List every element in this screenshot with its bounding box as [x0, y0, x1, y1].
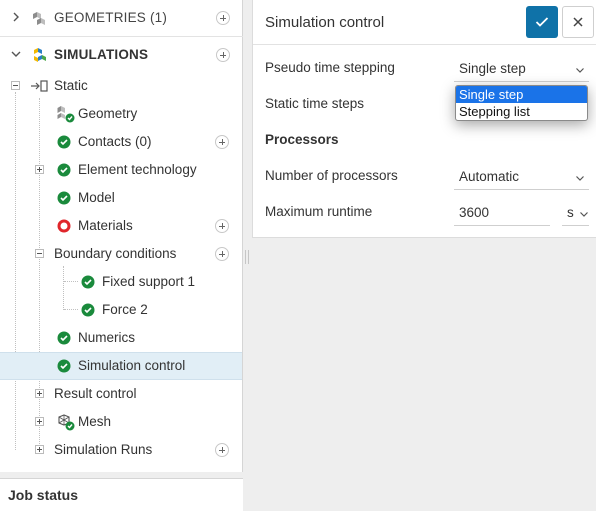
- tree-item-label: Materials: [78, 218, 133, 233]
- error-ring-icon: [57, 219, 71, 233]
- tree-item-force[interactable]: Force 2: [0, 296, 242, 324]
- tree-item-fixed-support[interactable]: Fixed support 1: [0, 268, 242, 296]
- mesh-icon: [57, 413, 75, 431]
- job-status-title: Job status: [8, 487, 79, 503]
- runtime-unit-select[interactable]: s: [562, 199, 589, 226]
- chevron-right-icon[interactable]: [10, 11, 22, 23]
- tree-item-label: Simulation Runs: [54, 442, 153, 457]
- tree-item-geometry[interactable]: Geometry: [0, 100, 242, 128]
- dropdown-option-stepping-list[interactable]: Stepping list: [456, 103, 587, 120]
- tree-item-simulation-runs[interactable]: Simulation Runs: [0, 436, 242, 464]
- static-analysis-icon: [30, 79, 50, 93]
- static-time-steps-label: Static time steps: [265, 96, 365, 111]
- check-circle-icon: [57, 163, 71, 177]
- tree-item-label: Numerics: [78, 330, 136, 345]
- panel-resize-handle[interactable]: [245, 250, 249, 264]
- close-button[interactable]: [562, 6, 594, 38]
- simulations-icon: [32, 47, 48, 63]
- check-circle-icon: [81, 303, 95, 317]
- chevron-down-icon[interactable]: [10, 48, 22, 60]
- confirm-button[interactable]: [526, 6, 558, 38]
- add-boundary-condition-button[interactable]: [215, 247, 229, 261]
- tree-item-label: Fixed support 1: [102, 274, 196, 289]
- tree-item-numerics[interactable]: Numerics: [0, 324, 242, 352]
- maximum-runtime-label: Maximum runtime: [265, 204, 373, 219]
- add-contact-button[interactable]: [215, 135, 229, 149]
- tree-item-boundary-conditions[interactable]: Boundary conditions: [0, 240, 242, 268]
- panel-header: Simulation control: [253, 0, 596, 45]
- chevron-down-icon: [575, 171, 585, 181]
- geometries-label: GEOMETRIES (1): [54, 10, 168, 25]
- tree-item-label: Boundary conditions: [54, 246, 177, 261]
- tree-item-label: Result control: [54, 386, 137, 401]
- simulations-section-header[interactable]: SIMULATIONS: [0, 36, 243, 72]
- expand-toggle[interactable]: [35, 417, 44, 426]
- select-value: Automatic: [459, 169, 520, 184]
- expand-toggle[interactable]: [35, 389, 44, 398]
- dropdown-option-single-step[interactable]: Single step: [456, 86, 587, 103]
- collapse-toggle[interactable]: [11, 81, 20, 90]
- check-circle-icon: [57, 359, 71, 373]
- tree-item-element-technology[interactable]: Element technology: [0, 156, 242, 184]
- check-circle-icon: [57, 191, 71, 205]
- add-geometry-button[interactable]: [216, 11, 230, 25]
- add-simulation-button[interactable]: [216, 48, 230, 62]
- expand-toggle[interactable]: [35, 165, 44, 174]
- number-of-processors-select[interactable]: Automatic: [454, 163, 589, 190]
- tree-item-mesh[interactable]: Mesh: [0, 408, 242, 436]
- tree-item-model[interactable]: Model: [0, 184, 242, 212]
- tree-item-static[interactable]: Static: [0, 72, 242, 100]
- tree-item-label: Contacts (0): [78, 134, 152, 149]
- add-simulation-run-button[interactable]: [215, 443, 229, 457]
- close-icon: [573, 17, 583, 27]
- pseudo-time-stepping-label: Pseudo time stepping: [265, 60, 395, 75]
- tree-item-label: Model: [78, 190, 115, 205]
- number-of-processors-label: Number of processors: [265, 168, 398, 183]
- collapse-toggle[interactable]: [35, 249, 44, 258]
- tree-item-label: Force 2: [102, 302, 148, 317]
- add-material-button[interactable]: [215, 219, 229, 233]
- sidebar: GEOMETRIES (1) SIMULATIONS Static Geomet…: [0, 0, 243, 511]
- chevron-down-icon: [579, 207, 589, 217]
- tree-item-simulation-control[interactable]: Simulation control: [0, 352, 242, 380]
- tree-item-label: Element technology: [78, 162, 197, 177]
- select-value: s: [567, 205, 574, 220]
- simulations-label: SIMULATIONS: [54, 47, 149, 62]
- simulation-tree: GEOMETRIES (1) SIMULATIONS Static Geomet…: [0, 0, 243, 472]
- geometries-section-header[interactable]: GEOMETRIES (1): [0, 0, 243, 36]
- geometry-assigned-icon: [57, 105, 75, 123]
- tree-item-label: Simulation control: [78, 358, 186, 373]
- panel-title: Simulation control: [265, 14, 385, 31]
- check-circle-icon: [57, 331, 71, 345]
- tree-item-contacts[interactable]: Contacts (0): [0, 128, 242, 156]
- geometry-cubes-icon: [32, 10, 48, 26]
- pseudo-time-stepping-select[interactable]: Single step: [454, 55, 589, 82]
- checkmark-icon: [535, 17, 549, 27]
- pseudo-time-stepping-dropdown: Single step Stepping list: [455, 85, 588, 121]
- tree-item-label: Static: [54, 78, 88, 93]
- check-circle-icon: [57, 135, 71, 149]
- maximum-runtime-input[interactable]: 3600: [454, 199, 550, 226]
- input-value: 3600: [459, 205, 490, 220]
- tree-item-label: Geometry: [78, 106, 138, 121]
- tree-item-label: Mesh: [78, 414, 112, 429]
- tree-item-materials[interactable]: Materials: [0, 212, 242, 240]
- tree-item-result-control[interactable]: Result control: [0, 380, 242, 408]
- job-status-panel[interactable]: Job status: [0, 478, 243, 511]
- expand-toggle[interactable]: [35, 445, 44, 454]
- check-circle-icon: [81, 275, 95, 289]
- chevron-down-icon: [575, 63, 585, 73]
- processors-heading: Processors: [265, 132, 339, 147]
- select-value: Single step: [459, 61, 526, 76]
